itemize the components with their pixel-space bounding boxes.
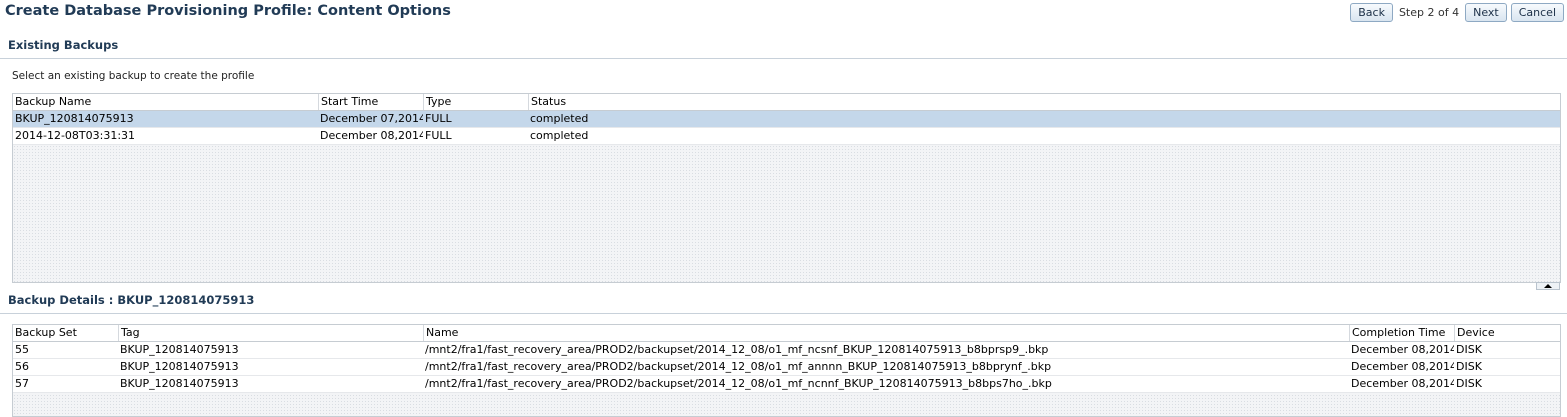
column-header-start-time[interactable]: Start Time [318, 94, 423, 110]
column-header-type[interactable]: Type [423, 94, 528, 110]
table-header: Backup Set Tag Name Completion Time Devi… [13, 325, 1560, 342]
back-button[interactable]: Back [1350, 2, 1393, 22]
table-row[interactable]: 55 BKUP_120814075913 /mnt2/fra1/fast_rec… [13, 342, 1560, 359]
completion-time-cell: December 08,2014 [1351, 343, 1454, 356]
backup-instruction: Select an existing backup to create the … [12, 70, 255, 82]
table-row[interactable]: 57 BKUP_120814075913 /mnt2/fra1/fast_rec… [13, 376, 1560, 393]
device-cell: DISK [1456, 360, 1482, 373]
backup-details-title: Backup Details : BKUP_120814075913 [8, 293, 255, 307]
type-cell: FULL [425, 112, 452, 125]
backup-details-table: Backup Set Tag Name Completion Time Devi… [12, 324, 1561, 417]
start-time-cell: December 07,2014 [320, 112, 423, 125]
tag-cell: BKUP_120814075913 [120, 343, 239, 356]
column-header-status[interactable]: Status [528, 94, 1558, 110]
type-cell: FULL [425, 129, 452, 142]
start-time-cell: December 08,2014 [320, 129, 423, 142]
status-cell: completed [530, 129, 589, 142]
step-indicator: Step 2 of 4 [1398, 5, 1460, 19]
cancel-button[interactable]: Cancel [1510, 2, 1564, 22]
collapse-toggle[interactable] [1536, 282, 1560, 290]
backup-name-cell: BKUP_120814075913 [15, 112, 134, 125]
completion-time-cell: December 08,2014 [1351, 360, 1454, 373]
column-header-tag[interactable]: Tag [118, 325, 423, 341]
name-cell: /mnt2/fra1/fast_recovery_area/PROD2/back… [425, 377, 1052, 390]
next-button[interactable]: Next [1465, 2, 1507, 22]
section-divider [0, 313, 1567, 314]
tag-cell: BKUP_120814075913 [120, 377, 239, 390]
table-header: Backup Name Start Time Type Status [13, 94, 1560, 111]
name-cell: /mnt2/fra1/fast_recovery_area/PROD2/back… [425, 343, 1049, 356]
device-cell: DISK [1456, 377, 1482, 390]
table-row[interactable]: 2014-12-08T03:31:31 December 08,2014 FUL… [13, 128, 1560, 145]
backup-set-cell: 55 [15, 343, 29, 356]
triangle-up-icon [1544, 284, 1552, 288]
name-cell: /mnt2/fra1/fast_recovery_area/PROD2/back… [425, 360, 1052, 373]
section-divider [0, 58, 1567, 59]
column-header-completion-time[interactable]: Completion Time [1349, 325, 1454, 341]
page-title: Create Database Provisioning Profile: Co… [5, 3, 451, 19]
existing-backups-title: Existing Backups [8, 38, 119, 52]
wizard-navigation: Back Step 2 of 4 Next Cancel [1350, 2, 1564, 22]
table-row[interactable]: 56 BKUP_120814075913 /mnt2/fra1/fast_rec… [13, 359, 1560, 376]
column-header-backup-set[interactable]: Backup Set [13, 325, 117, 341]
device-cell: DISK [1456, 343, 1482, 356]
table-row[interactable]: BKUP_120814075913 December 07,2014 FULL … [13, 111, 1560, 128]
backup-set-cell: 57 [15, 377, 29, 390]
backup-name-cell: 2014-12-08T03:31:31 [15, 129, 136, 142]
existing-backups-table: Backup Name Start Time Type Status BKUP_… [12, 93, 1561, 283]
column-header-name[interactable]: Name [423, 325, 1349, 341]
tag-cell: BKUP_120814075913 [120, 360, 239, 373]
column-header-backup-name[interactable]: Backup Name [13, 94, 317, 110]
completion-time-cell: December 08,2014 [1351, 377, 1454, 390]
column-header-device[interactable]: Device [1454, 325, 1560, 341]
status-cell: completed [530, 112, 589, 125]
backup-set-cell: 56 [15, 360, 29, 373]
